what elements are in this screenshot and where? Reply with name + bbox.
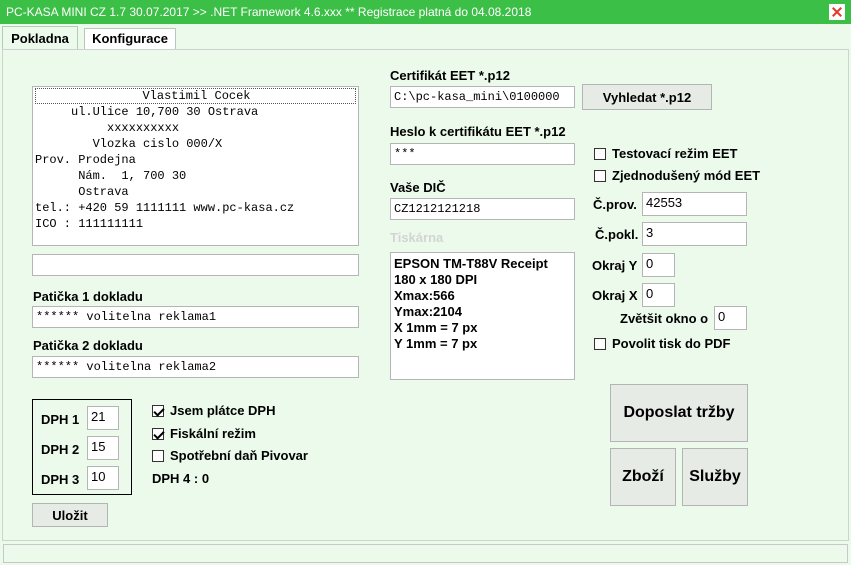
tab-strip: Pokladna Konfigurace [0,24,851,50]
dic-input[interactable]: CZ1212121218 [390,198,575,220]
save-button[interactable]: Uložit [32,503,108,527]
prov-label: Č.prov. [593,197,637,212]
checkbox-unchecked-icon [594,147,606,160]
password-input[interactable]: *** [390,143,575,165]
header-line: xxxxxxxxxx [35,121,180,135]
checkbox-checked-icon [152,427,164,440]
dph3-input[interactable]: 10 [87,466,119,490]
footer1-input[interactable]: ****** volitelna reklama1 [32,306,359,328]
margin-y-input[interactable]: 0 [642,253,675,277]
zoom-input[interactable]: 0 [714,306,747,330]
dph4-text: DPH 4 : 0 [152,471,210,486]
printer-line: Xmax:566 [394,288,455,303]
header-line: tel.: +420 59 1111111 www.pc-kasa.cz [35,201,295,215]
tab-pokladna[interactable]: Pokladna [2,26,78,50]
password-label: Heslo k certifikátu EET *.p12 [390,124,566,139]
header-line: Ostrava [35,185,129,199]
cert-path-input[interactable]: C:\pc-kasa_mini\0100000 [390,86,575,108]
dph3-label: DPH 3 [41,472,80,487]
header-line: ul.Ulice 10,700 30 Ostrava [35,105,259,119]
dph-group: DPH 1 21 DPH 2 15 DPH 3 10 [32,399,132,495]
printer-line: Y 1mm = 7 px [394,336,478,351]
window-title: PC-KASA MINI CZ 1.7 30.07.2017 >> .NET F… [6,5,532,19]
pokl-label: Č.pokl. [595,227,639,242]
printer-line: X 1mm = 7 px [394,320,478,335]
close-icon[interactable] [829,4,845,20]
status-bar [3,544,848,563]
printer-line: EPSON TM-T88V Receipt [394,256,548,271]
printer-info-textbox[interactable]: EPSON TM-T88V Receipt 180 x 180 DPI Xmax… [390,252,575,380]
header-line: ICO : 111111111 [35,217,144,231]
pokl-input[interactable]: 3 [642,222,747,246]
excise-label: Spotřební daň Pivovar [170,448,308,463]
header-line: Vlozka cislo 000/X [35,137,223,151]
printer-line: 180 x 180 DPI [394,272,478,287]
test-mode-checkbox[interactable]: Testovací režim EET [594,146,737,161]
vat-payer-checkbox[interactable]: Jsem plátce DPH [152,403,276,418]
pdf-print-label: Povolit tisk do PDF [612,336,731,351]
checkbox-unchecked-icon [152,449,164,462]
zoom-label: Zvětšit okno o [620,311,709,326]
dph1-input[interactable]: 21 [87,406,119,430]
printer-label: Tiskárna [390,230,444,245]
simplified-mode-checkbox[interactable]: Zjednodušený mód EET [594,168,760,183]
excise-checkbox[interactable]: Spotřební daň Pivovar [152,448,308,463]
fiscal-mode-label: Fiskální režim [170,426,256,441]
printer-line: Ymax:2104 [394,304,462,319]
tab-konfigurace[interactable]: Konfigurace [84,28,176,49]
margin-y-label: Okraj Y [592,258,638,273]
title-bar: PC-KASA MINI CZ 1.7 30.07.2017 >> .NET F… [0,0,851,24]
footer1-label: Patička 1 dokladu [33,289,143,304]
vat-payer-label: Jsem plátce DPH [170,403,276,418]
margin-x-label: Okraj X [592,288,638,303]
receipt-header-textbox[interactable]: Vlastimil Cocek ul.Ulice 10,700 30 Ostra… [32,86,359,246]
dph1-label: DPH 1 [41,412,80,427]
cert-label: Certifikát EET *.p12 [390,68,510,83]
header-line: Vlastimil Cocek [35,88,356,104]
checkbox-unchecked-icon [594,337,606,350]
fiscal-mode-checkbox[interactable]: Fiskální režim [152,426,256,441]
footer2-input[interactable]: ****** volitelna reklama2 [32,356,359,378]
checkbox-unchecked-icon [594,169,606,182]
footer2-label: Patička 2 dokladu [33,338,143,353]
send-sales-button[interactable]: Doposlat tržby [610,384,748,442]
dph2-input[interactable]: 15 [87,436,119,460]
header-line: Nám. 1, 700 30 [35,169,187,183]
header-extra-input[interactable] [32,254,359,276]
test-mode-label: Testovací režim EET [612,146,738,161]
dic-label: Vaše DIČ [390,180,446,195]
dph2-label: DPH 2 [41,442,80,457]
header-line: Prov. Prodejna [35,153,136,167]
browse-cert-button[interactable]: Vyhledat *.p12 [582,84,712,110]
goods-button[interactable]: Zboží [610,448,676,506]
simplified-mode-label: Zjednodušený mód EET [612,168,761,183]
pdf-print-checkbox[interactable]: Povolit tisk do PDF [594,336,730,351]
services-button[interactable]: Služby [682,448,748,506]
margin-x-input[interactable]: 0 [642,283,675,307]
checkbox-checked-icon [152,404,164,417]
prov-input[interactable]: 42553 [642,192,747,216]
